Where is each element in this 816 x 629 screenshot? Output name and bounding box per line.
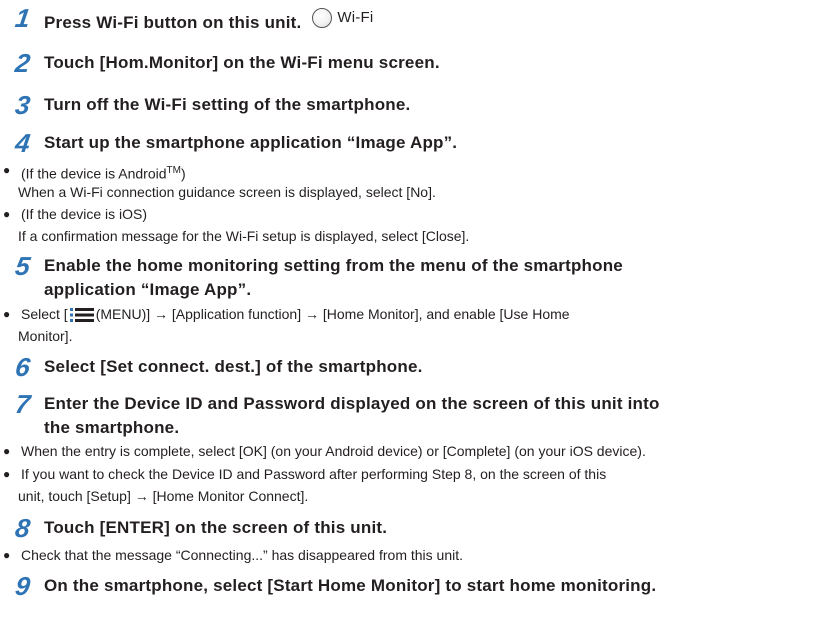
- note-text: Select [: [21, 306, 68, 322]
- bullet: ●: [3, 307, 11, 321]
- step-7-line-1: Enter the Device ID and Password display…: [44, 394, 660, 413]
- step-8: 8 Touch [ENTER] on the screen of this un…: [0, 513, 816, 543]
- note-step8: ● Check that the message “Connecting...”…: [0, 545, 816, 566]
- note-step5-cont: Monitor].: [18, 328, 73, 344]
- wifi-button-circle-icon: [312, 8, 333, 28]
- step-9: 9 On the smartphone, select [Start Home …: [0, 571, 816, 601]
- step-text: Press Wi-Fi button on this unit. Wi-Fi: [30, 6, 373, 35]
- step-number: 8: [13, 513, 33, 543]
- step-number: 9: [13, 571, 33, 601]
- step-6: 6 Select [Set connect. dest.] of the sma…: [0, 352, 816, 382]
- step-text: Start up the smartphone application “Ima…: [44, 133, 458, 152]
- note-step7-a: ● When the entry is complete, select [OK…: [0, 441, 816, 462]
- step-text: Turn off the Wi-Fi setting of the smartp…: [44, 95, 411, 114]
- note-text: When the entry is complete, select [OK] …: [21, 443, 646, 459]
- note-text: If you want to check the Device ID and P…: [21, 466, 607, 482]
- bullet: ●: [3, 207, 11, 221]
- trademark: TM: [166, 165, 181, 176]
- step-number: 3: [13, 90, 33, 120]
- step-5-line-1: Enable the home monitoring setting from …: [44, 256, 623, 275]
- note-close-paren: ): [180, 165, 186, 182]
- step-number: 6: [13, 352, 33, 382]
- note-step7-b: ● If you want to check the Device ID and…: [0, 464, 816, 485]
- note-text: (MENU)] → [Application function] → [Home…: [95, 306, 570, 322]
- note-condition: (If the device is Android: [21, 165, 167, 182]
- note-android-body: When a Wi-Fi connection guidance screen …: [18, 184, 436, 200]
- wifi-badge-label: Wi-Fi: [337, 9, 374, 26]
- bullet: ●: [3, 467, 11, 481]
- step-number: 4: [13, 128, 33, 158]
- step-5-line-2: application “Image App”.: [44, 280, 252, 299]
- bullet: ●: [3, 444, 11, 458]
- step-number: 7: [13, 389, 33, 419]
- step-2: 2 Touch [Hom.Monitor] on the Wi-Fi menu …: [0, 48, 816, 78]
- step-text: Enter the Device ID and Password display…: [30, 392, 660, 440]
- bullet: ●: [3, 163, 11, 177]
- note-condition: (If the device is iOS): [21, 206, 148, 222]
- step-number: 2: [13, 48, 33, 78]
- note-ios-body: If a confirmation message for the Wi-Fi …: [18, 228, 470, 244]
- step-1-label: Press Wi-Fi button on this unit.: [44, 13, 302, 32]
- step-7: 7 Enter the Device ID and Password displ…: [0, 389, 816, 440]
- note-android: ● (If the device is AndroidTM): [0, 160, 816, 185]
- step-text: Enable the home monitoring setting from …: [30, 254, 623, 302]
- step-5: 5 Enable the home monitoring setting fro…: [0, 251, 816, 302]
- step-text: Select [Set connect. dest.] of the smart…: [44, 357, 423, 376]
- step-7-line-2: the smartphone.: [44, 418, 180, 437]
- step-text: Touch [ENTER] on the screen of this unit…: [44, 518, 388, 537]
- step-4: 4 Start up the smartphone application “I…: [0, 128, 816, 158]
- note-text: Check that the message “Connecting...” h…: [21, 547, 464, 563]
- step-1: 1 Press Wi-Fi button on this unit. Wi-Fi: [0, 3, 816, 35]
- step-number: 1: [13, 3, 33, 33]
- menu-icon: [69, 308, 94, 323]
- step-text: Touch [Hom.Monitor] on the Wi-Fi menu sc…: [44, 53, 440, 72]
- instruction-document: 1 Press Wi-Fi button on this unit. Wi-Fi…: [0, 0, 816, 629]
- step-text: On the smartphone, select [Start Home Mo…: [44, 576, 657, 595]
- note-ios: ● (If the device is iOS): [0, 204, 816, 225]
- step-number: 5: [13, 251, 33, 281]
- bullet: ●: [3, 548, 11, 562]
- note-step5: ● Select [ (MENU)] → [Application functi…: [0, 304, 816, 325]
- note-step7-b-cont: unit, touch [Setup] → [Home Monitor Conn…: [18, 488, 309, 504]
- wifi-button-badge: Wi-Fi: [312, 6, 373, 30]
- step-3: 3 Turn off the Wi-Fi setting of the smar…: [0, 90, 816, 120]
